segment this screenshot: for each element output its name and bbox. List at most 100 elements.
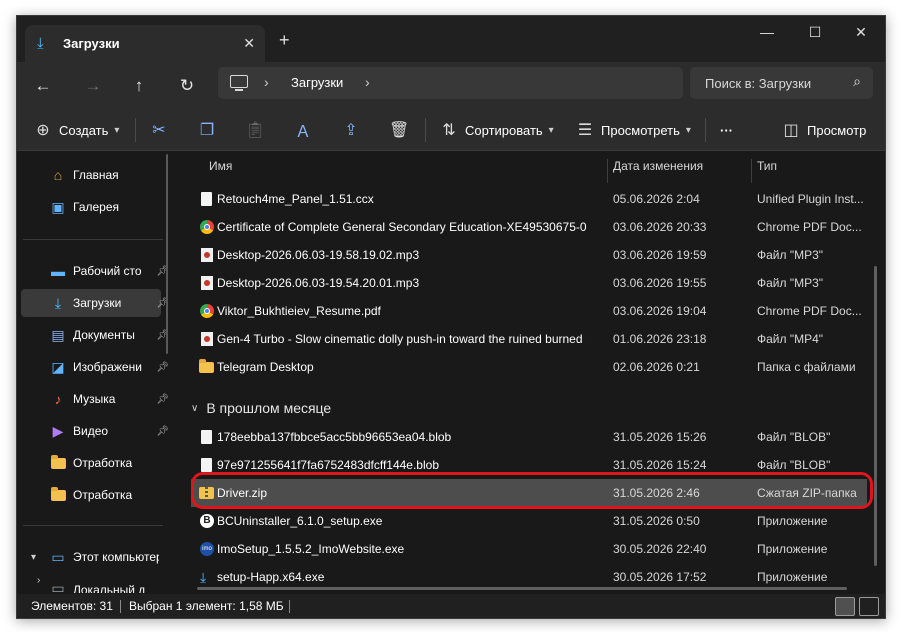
file-row[interactable]: 178eebba137fbbce5acc5bb96653ea04.blob 31… [191,423,867,451]
navigation-pane: ⌂ Главная ▣ Галерея ▬ Рабочий сто 📌︎ ⤓ З… [17,151,169,596]
file-row[interactable]: imo ImoSetup_1.5.5.2_ImoWebsite.exe 30.0… [191,535,867,563]
tab-label: Загрузки [63,36,120,51]
explorer-window: ⤓ Загрузки ✕ + — ☐ ✕ ← → ↑ ↻ › Загрузки … [16,15,886,619]
close-window-button[interactable]: ✕ [851,24,871,41]
tiles-view-button[interactable] [859,597,879,616]
folder-icon [49,455,67,471]
column-type[interactable]: Тип [757,159,777,173]
sidebar-item-downloads[interactable]: ⤓ Загрузки 📌︎ [21,289,169,317]
file-name: Desktop-2026.06.03-19.58.19.02.mp3 [217,248,420,262]
file-type: Файл "MP3" [757,276,824,290]
sidebar-item-home[interactable]: ⌂ Главная [21,161,161,189]
gallery-icon: ▣ [51,199,65,215]
file-type: Файл "BLOB" [757,458,831,472]
sidebar-item-documents[interactable]: ▤ Документы 📌︎ [21,321,169,349]
file-row[interactable]: Retouch4me_Panel_1.51.ccx 05.06.2026 2:0… [191,185,867,213]
sidebar-item-pictures[interactable]: ◪ Изображени 📌︎ [21,353,169,381]
sort-button[interactable]: ⇅ Сортировать ▾ [439,118,553,142]
bcu-icon: B [199,513,215,529]
divider[interactable] [607,159,608,183]
file-row[interactable]: Desktop-2026.06.03-19.58.19.02.mp3 03.06… [191,241,867,269]
group-header-last-month[interactable]: ∨ В прошлом месяце [191,396,331,420]
copy-button[interactable]: ❐ [197,118,217,142]
divider [23,525,163,526]
sort-icon: ⇅ [442,122,456,139]
divider [425,118,426,142]
sidebar-item-label: Этот компьютер [73,550,159,564]
chevron-right-icon[interactable]: › [37,575,40,586]
forward-button[interactable]: → [81,74,105,98]
back-button[interactable]: ← [31,74,55,98]
sort-label: Сортировать [465,122,543,138]
file-name: setup-Happ.x64.exe [217,570,325,584]
column-date-modified[interactable]: Дата изменения [613,159,703,173]
file-date: 31.05.2026 15:26 [613,430,707,444]
details-view-button[interactable] [835,597,855,616]
sidebar-scrollbar[interactable] [166,154,168,354]
chevron-down-icon[interactable]: ∨ [191,403,198,414]
create-button[interactable]: ⊕ Создать ▾ [33,118,119,142]
divider [23,239,163,240]
divider[interactable] [751,159,752,183]
group-label: В прошлом месяце [206,400,332,416]
share-icon: ⇪ [344,122,358,139]
chevron-right-icon[interactable]: › [365,74,370,90]
column-name[interactable]: Имя [209,159,232,173]
file-row[interactable]: Desktop-2026.06.03-19.54.20.01.mp3 03.06… [191,269,867,297]
scissors-icon: ✂ [152,122,166,139]
chevron-down-icon[interactable]: ▾ [31,552,36,563]
file-type: Chrome PDF Doc... [757,304,862,318]
pin-icon[interactable]: 📌︎ [156,426,169,437]
address-bar[interactable]: › Загрузки › [218,67,683,99]
sidebar-item-folder-otrabotka[interactable]: Отработка [21,449,161,477]
vertical-scrollbar[interactable] [874,266,877,566]
new-tab-button[interactable]: + [279,30,290,51]
file-icon [199,457,215,473]
file-row[interactable]: Viktor_Bukhtieiev_Resume.pdf 03.06.2026 … [191,297,867,325]
navigation-bar: ← → ↑ ↻ › Загрузки › Поиск в: Загрузки ⌕ [17,62,885,110]
pin-icon[interactable]: 📌︎ [156,362,169,373]
minimize-button[interactable]: — [757,24,777,40]
paste-button[interactable]: 📋︎ [245,118,265,142]
maximize-button[interactable]: ☐ [805,24,825,41]
file-row[interactable]: Gen-4 Turbo - Slow cinematic dolly push-… [191,325,867,353]
file-date: 05.06.2026 2:04 [613,192,700,206]
file-type: Приложение [757,542,828,556]
sidebar-item-video[interactable]: ▶ Видео 📌︎ [21,417,169,445]
refresh-button[interactable]: ↻ [175,74,199,98]
file-row[interactable]: B BCUninstaller_6.1.0_setup.exe 31.05.20… [191,507,867,535]
imo-icon: imo [199,541,215,557]
rename-button[interactable]: Ａ [293,118,313,142]
close-tab-icon[interactable]: ✕ [243,35,255,52]
sidebar-item-desktop[interactable]: ▬ Рабочий сто 📌︎ [21,257,169,285]
file-row[interactable]: Certificate of Complete General Secondar… [191,213,867,241]
delete-button[interactable]: 🗑︎ [389,118,409,142]
sidebar-item-gallery[interactable]: ▣ Галерея [21,193,161,221]
chevron-right-icon[interactable]: › [264,74,269,90]
sidebar-item-this-pc[interactable]: ▾ ▭ Этот компьютер [21,543,161,571]
search-input[interactable]: Поиск в: Загрузки ⌕ [690,67,873,99]
sidebar-item-music[interactable]: ♪ Музыка 📌︎ [21,385,170,413]
folder-row[interactable]: Telegram Desktop 02.06.2026 0:21 Папка с… [191,353,867,381]
sidebar-item-local-disk[interactable]: › ▭ Локальный ди [21,573,161,593]
file-name: 97e971255641f7fa6752483dfcff144e.blob [217,458,439,472]
file-type: Приложение [757,514,828,528]
view-button[interactable]: ☰ Просмотреть ▾ [575,118,691,142]
drive-icon: ▭ [51,580,65,593]
share-button[interactable]: ⇪ [341,118,361,142]
horizontal-scrollbar[interactable] [197,587,847,590]
pin-icon[interactable]: 📌︎ [156,394,169,405]
preview-button[interactable]: ◫ Просмотр [781,118,866,142]
file-icon [199,429,215,445]
more-button[interactable]: ··· [720,118,733,142]
mp3-icon [199,275,215,291]
selection-info: Выбран 1 элемент: 1,58 МБ [129,599,284,613]
sidebar-item-label: Документы [73,328,135,342]
sidebar-item-folder-otrabotka-2[interactable]: Отработка [21,481,161,509]
tab-downloads[interactable]: ⤓ Загрузки ✕ [25,25,265,62]
up-button[interactable]: ↑ [127,74,151,98]
breadcrumb-downloads[interactable]: Загрузки [291,75,343,90]
copy-icon: ❐ [199,122,215,139]
cut-button[interactable]: ✂ [149,118,169,142]
file-date: 30.05.2026 17:52 [613,570,707,584]
